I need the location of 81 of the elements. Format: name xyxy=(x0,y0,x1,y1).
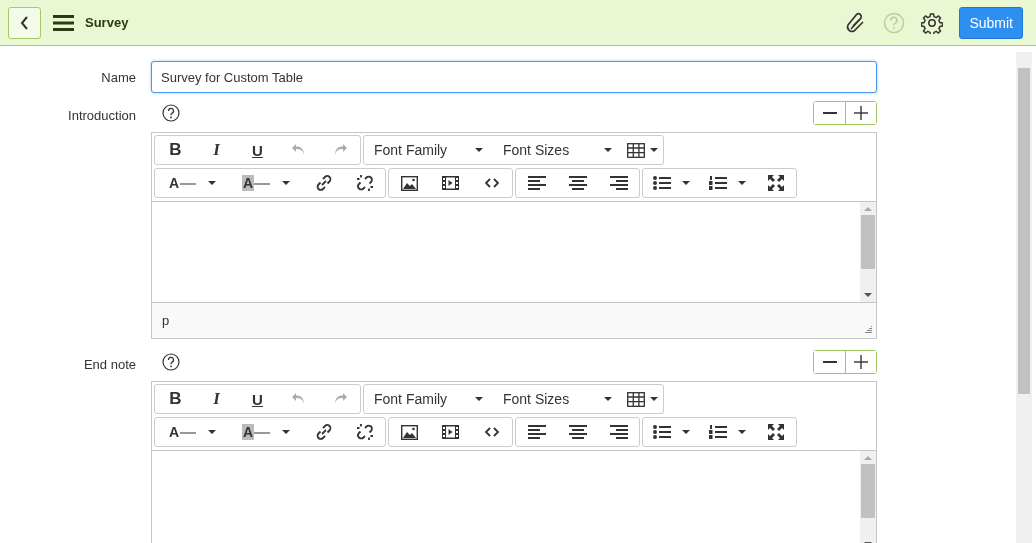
field-label: End note xyxy=(82,356,136,374)
underline-button[interactable]: U xyxy=(237,136,278,164)
font-dropdown[interactable]: Font Sizes xyxy=(493,136,622,164)
film-icon xyxy=(442,176,459,190)
image-icon xyxy=(401,175,418,191)
align-center-icon xyxy=(568,425,587,439)
caret-icon xyxy=(604,148,612,152)
caret-icon xyxy=(681,181,690,185)
align-center-icon xyxy=(568,176,587,190)
caret-icon xyxy=(650,397,658,401)
color-bar-icon xyxy=(180,430,197,434)
align-right-icon xyxy=(609,176,628,190)
expand-button[interactable] xyxy=(845,102,876,124)
film-icon xyxy=(442,425,459,439)
resize-handle-icon[interactable] xyxy=(864,325,872,333)
settings-icon[interactable] xyxy=(921,11,944,34)
fullscreen-icon xyxy=(767,175,784,191)
bold-button[interactable]: B xyxy=(155,385,196,413)
caret-icon xyxy=(650,148,658,152)
name-field[interactable]: Survey for Custom Table xyxy=(151,61,877,93)
numbered-list-icon xyxy=(708,176,727,190)
color-bar-icon xyxy=(254,430,271,434)
text-color-button[interactable]: A xyxy=(155,169,229,197)
align-right-icon xyxy=(609,425,628,439)
caret-icon xyxy=(475,148,483,152)
bullet-list-icon xyxy=(652,425,671,439)
chevron-left-icon xyxy=(19,15,30,30)
color-bar-icon xyxy=(254,181,271,185)
font-dropdown[interactable]: Font Family xyxy=(364,136,493,164)
scroll-down-icon xyxy=(864,293,872,297)
font-dropdown[interactable]: Font Sizes xyxy=(493,385,622,413)
table-icon xyxy=(627,391,645,407)
code-icon xyxy=(484,178,499,188)
link-icon xyxy=(314,174,333,192)
expand-button[interactable] xyxy=(845,351,876,373)
caret-icon xyxy=(475,397,483,401)
scrollbar[interactable] xyxy=(860,451,876,543)
field-label: Introduction xyxy=(67,107,136,125)
italic-button[interactable]: I xyxy=(196,136,237,164)
help-icon[interactable] xyxy=(162,104,180,122)
caret-icon xyxy=(681,430,690,434)
text-color-button[interactable]: A xyxy=(155,418,229,446)
scroll-up-icon xyxy=(864,456,872,460)
italic-button[interactable]: I xyxy=(196,385,237,413)
undo-icon xyxy=(290,392,307,406)
align-left-icon xyxy=(527,425,546,439)
broken-link-icon xyxy=(355,174,374,192)
menu-icon[interactable] xyxy=(53,14,74,31)
link-icon xyxy=(314,423,333,441)
caret-icon xyxy=(208,181,217,185)
scrollbar[interactable] xyxy=(860,202,876,302)
page-title: Survey xyxy=(85,15,129,30)
underline-button[interactable]: U xyxy=(237,385,278,413)
undo-icon xyxy=(290,143,307,157)
color-bar-icon xyxy=(180,181,197,185)
fullscreen-icon xyxy=(767,424,784,440)
align-left-icon xyxy=(527,176,546,190)
numbered-list-icon xyxy=(708,425,727,439)
highlight-color-button[interactable]: A xyxy=(229,169,303,197)
table-icon xyxy=(627,142,645,158)
back-button[interactable] xyxy=(8,6,41,39)
field-label: Name xyxy=(100,69,136,85)
highlight-color-button[interactable]: A xyxy=(229,418,303,446)
plus-icon xyxy=(854,106,868,120)
plus-icon xyxy=(854,355,868,369)
bold-button[interactable]: B xyxy=(155,136,196,164)
page-scrollbar[interactable] xyxy=(1016,52,1032,543)
scroll-up-icon xyxy=(864,207,872,211)
help-icon[interactable] xyxy=(162,353,180,371)
caret-icon xyxy=(737,430,746,434)
element-path[interactable]: p xyxy=(162,313,170,328)
caret-icon xyxy=(282,181,291,185)
caret-icon xyxy=(604,397,612,401)
font-dropdown[interactable]: Font Family xyxy=(364,385,493,413)
caret-icon xyxy=(282,430,291,434)
caret-icon xyxy=(737,181,746,185)
broken-link-icon xyxy=(355,423,374,441)
code-icon xyxy=(484,427,499,437)
caret-icon xyxy=(208,430,217,434)
bullet-list-icon xyxy=(652,176,671,190)
image-icon xyxy=(401,424,418,440)
